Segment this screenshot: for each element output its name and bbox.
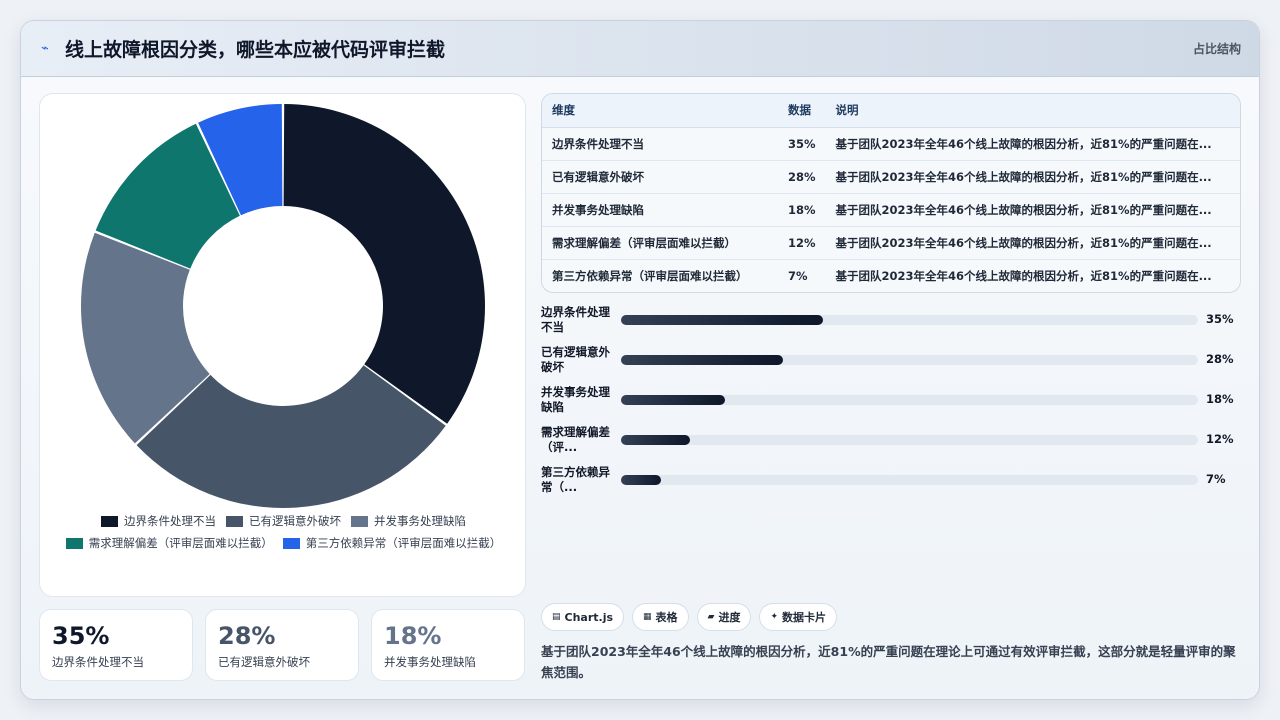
table-row: 已有逻辑意外破坏 28% 基于团队2023年全年46个线上故障的根因分析，近81… xyxy=(542,160,1240,194)
legend-label: 已有逻辑意外破坏 xyxy=(249,514,341,528)
sparkle-icon: ✦ xyxy=(770,612,779,622)
table-cell: 基于团队2023年全年46个线上故障的根因分析，近81%的严重问题在... xyxy=(825,127,1240,161)
legend-label: 边界条件处理不当 xyxy=(124,514,216,528)
data-table-panel: 维度 数据 说明 边界条件处理不当 35% 基于团队2023年全年46个线上故障… xyxy=(541,93,1241,293)
table-cell: 基于团队2023年全年46个线上故障的根因分析，近81%的严重问题在... xyxy=(825,226,1240,260)
legend-item[interactable]: 第三方依赖异常（评审层面难以拦截） xyxy=(282,536,502,550)
progress-value: 28% xyxy=(1206,352,1234,366)
chip-label: Chart.js xyxy=(564,610,614,624)
donut-chart-panel: 边界条件处理不当 已有逻辑意外破坏 并发事务处理缺陷需求理解偏差（评审层面难以拦截）… xyxy=(39,93,526,597)
progress-label: 边界条件处理不当 xyxy=(541,305,610,334)
dashboard-card: ⌁ 线上故障根因分类，哪些本应被代码评审拦截 占比结构 边界条件处理不当 已有逻辑… xyxy=(20,20,1260,700)
stat-card-3: 18% 并发事务处理缺陷 xyxy=(371,609,525,681)
column-header: 说明 xyxy=(825,94,1240,128)
table-row: 需求理解偏差（评审层面难以拦截） 12% 基于团队2023年全年46个线上故障的… xyxy=(542,226,1240,260)
progress-value: 18% xyxy=(1206,392,1234,406)
progress-label: 需求理解偏差（评... xyxy=(541,425,610,454)
progress-value: 35% xyxy=(1206,312,1234,326)
table-cell: 7% xyxy=(788,268,808,283)
progress-fill xyxy=(621,435,691,445)
progress-bars: 边界条件处理不当 35% 已有逻辑意外破坏 28% 并发事务处理缺陷 18% 需… xyxy=(541,305,1241,505)
progress-icon: ▰ xyxy=(707,612,715,622)
progress-row: 需求理解偏差（评... 12% xyxy=(541,425,1241,465)
legend-label: 第三方依赖异常（评审层面难以拦截） xyxy=(305,536,502,550)
column-header: 数据 xyxy=(778,94,826,128)
chip-progress[interactable]: ▰ 进度 xyxy=(696,603,752,631)
stat-card-1: 35% 边界条件处理不当 xyxy=(39,609,193,681)
stat-card-2: 28% 已有逻辑意外破坏 xyxy=(205,609,359,681)
table-cell: 边界条件处理不当 xyxy=(542,127,778,161)
stat-value: 35% xyxy=(52,622,110,650)
progress-row: 已有逻辑意外破坏 28% xyxy=(541,345,1241,385)
progress-label: 已有逻辑意外破坏 xyxy=(541,345,610,374)
progress-row: 第三方依赖异常（... 7% xyxy=(541,465,1241,505)
chip-chartjs[interactable]: ▤ Chart.js xyxy=(541,603,625,631)
chip-table[interactable]: ▦ 表格 xyxy=(632,603,689,631)
legend-swatch xyxy=(351,515,368,527)
column-header: 维度 xyxy=(542,94,778,128)
progress-label: 第三方依赖异常（... xyxy=(541,465,610,494)
chip-label: 数据卡片 xyxy=(782,611,827,624)
progress-track xyxy=(621,315,1198,325)
progress-row: 并发事务处理缺陷 18% xyxy=(541,385,1241,425)
table-cell: 并发事务处理缺陷 xyxy=(542,193,778,227)
pulse-icon: ⌁ xyxy=(41,41,49,56)
table-cell: 基于团队2023年全年46个线上故障的根因分析，近81%的严重问题在... xyxy=(835,268,1212,283)
legend-item[interactable]: 并发事务处理缺陷 xyxy=(351,514,466,528)
stat-label: 已有逻辑意外破坏 xyxy=(218,655,310,669)
progress-track xyxy=(621,435,1198,445)
progress-track xyxy=(621,475,1198,485)
stat-value: 28% xyxy=(218,622,276,650)
table-row: 并发事务处理缺陷 18% 基于团队2023年全年46个线上故障的根因分析，近81… xyxy=(542,193,1240,227)
table-row: 第三方依赖异常（评审层面难以拦截） 7% 基于团队2023年全年46个线上故障的… xyxy=(542,259,1240,292)
table-cell: 第三方依赖异常（评审层面难以拦截） xyxy=(552,268,748,283)
table-cell: 需求理解偏差（评审层面难以拦截） xyxy=(542,226,778,260)
progress-value: 7% xyxy=(1206,472,1226,486)
data-table: 维度 数据 说明 边界条件处理不当 35% 基于团队2023年全年46个线上故障… xyxy=(542,94,1240,292)
table-cell: 28% xyxy=(778,160,826,194)
stat-label: 边界条件处理不当 xyxy=(52,655,144,669)
legend-item[interactable]: 需求理解偏差（评审层面难以拦截） xyxy=(65,536,273,550)
progress-fill xyxy=(621,355,783,365)
table-cell: 35% xyxy=(778,127,826,161)
donut-slice[interactable] xyxy=(283,104,485,424)
table-icon: ▦ xyxy=(643,612,652,622)
view-chips: ▤ Chart.js ▦ 表格 ▰ 进度 ✦ 数据卡片 xyxy=(541,603,838,631)
progress-track xyxy=(621,395,1198,405)
table-cell: 18% xyxy=(778,193,826,227)
stat-value: 18% xyxy=(384,622,442,650)
page-title: 线上故障根因分类，哪些本应被代码评审拦截 xyxy=(65,39,446,61)
summary-text: 基于团队2023年全年46个线上故障的根因分析，近81%的严重问题在理论上可通过… xyxy=(541,644,1236,680)
legend-swatch xyxy=(226,515,243,527)
progress-value: 12% xyxy=(1206,432,1234,446)
table-cell: 基于团队2023年全年46个线上故障的根因分析，近81%的严重问题在... xyxy=(825,193,1240,227)
progress-track xyxy=(621,355,1198,365)
table-cell: 12% xyxy=(778,226,826,260)
chip-data-card[interactable]: ✦ 数据卡片 xyxy=(759,603,838,631)
legend-item[interactable]: 边界条件处理不当 xyxy=(101,514,216,528)
header-bar: ⌁ 线上故障根因分类，哪些本应被代码评审拦截 占比结构 xyxy=(21,21,1259,77)
progress-fill xyxy=(621,475,662,485)
chart-legend: 边界条件处理不当 已有逻辑意外破坏 并发事务处理缺陷需求理解偏差（评审层面难以拦截）… xyxy=(50,514,517,550)
legend-swatch xyxy=(101,515,118,527)
chart-icon: ▤ xyxy=(552,612,561,622)
table-cell: 基于团队2023年全年46个线上故障的根因分析，近81%的严重问题在... xyxy=(825,160,1240,194)
progress-row: 边界条件处理不当 35% xyxy=(541,305,1241,345)
stat-label: 并发事务处理缺陷 xyxy=(384,655,476,669)
header-tag: 占比结构 xyxy=(1192,42,1241,56)
legend-swatch xyxy=(65,537,83,549)
legend-label: 并发事务处理缺陷 xyxy=(374,514,466,528)
legend-item[interactable]: 已有逻辑意外破坏 xyxy=(226,514,341,528)
table-cell: 已有逻辑意外破坏 xyxy=(542,160,778,194)
progress-label: 并发事务处理缺陷 xyxy=(541,385,610,414)
table-row: 边界条件处理不当 35% 基于团队2023年全年46个线上故障的根因分析，近81… xyxy=(542,127,1240,161)
donut-chart xyxy=(81,104,485,508)
progress-fill xyxy=(621,315,823,325)
table-header-row: 维度 数据 说明 xyxy=(542,94,1240,128)
legend-label: 需求理解偏差（评审层面难以拦截） xyxy=(88,536,273,550)
legend-swatch xyxy=(282,537,300,549)
progress-fill xyxy=(621,395,725,405)
chip-label: 进度 xyxy=(718,611,741,624)
chip-label: 表格 xyxy=(655,611,678,624)
